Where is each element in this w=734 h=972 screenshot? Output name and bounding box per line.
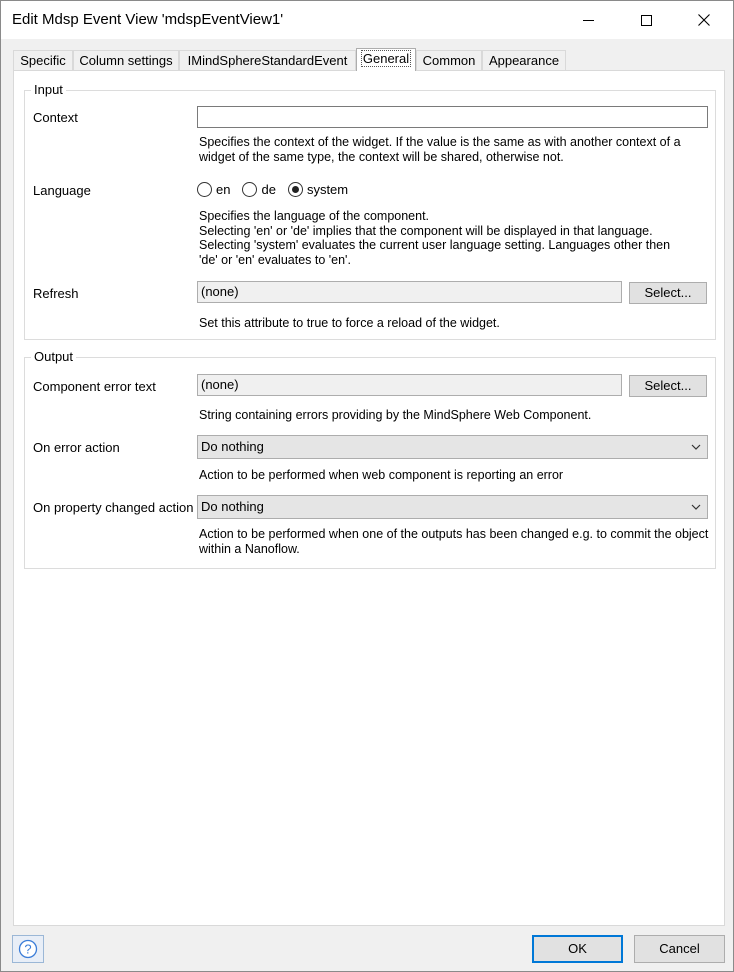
tab-column-settings[interactable]: Column settings	[73, 50, 179, 71]
component-error-text-select-button[interactable]: Select...	[629, 375, 707, 397]
radio-label-en: en	[216, 181, 231, 197]
language-description: Specifies the language of the component.…	[199, 209, 709, 267]
chevron-down-icon	[691, 444, 701, 450]
language-radio-de[interactable]	[242, 181, 258, 197]
tab-label: Appearance	[488, 53, 560, 68]
language-radio-group: en de system	[197, 181, 360, 197]
tab-appearance[interactable]: Appearance	[482, 50, 566, 71]
maximize-button[interactable]	[623, 1, 669, 39]
context-input[interactable]	[197, 106, 708, 128]
on-property-changed-action-value: Do nothing	[201, 499, 264, 514]
context-description: Specifies the context of the widget. If …	[199, 135, 681, 164]
tab-label: Common	[422, 53, 476, 68]
language-description-line: Specifies the language of the component.	[199, 209, 430, 223]
component-error-text-description: String containing errors providing by th…	[199, 408, 592, 422]
help-button[interactable]: ?	[12, 935, 44, 963]
tab-common[interactable]: Common	[416, 50, 482, 71]
on-property-changed-action-dropdown[interactable]: Do nothing	[197, 495, 708, 519]
maximize-icon	[640, 14, 652, 26]
output-group-title: Output	[31, 349, 77, 364]
tab-panel-general: Input Context Specifies the context of t…	[13, 70, 725, 926]
on-property-changed-action-label: On property changed action	[33, 500, 194, 515]
language-description-line: 'de' or 'en' evaluates to 'en'.	[199, 252, 351, 267]
on-error-action-description: Action to be performed when web componen…	[199, 468, 564, 482]
radio-label-system: system	[306, 181, 349, 197]
language-description-line: Selecting 'system' evaluates the current…	[199, 238, 671, 252]
on-property-changed-action-description: Action to be performed when one of the o…	[199, 527, 709, 556]
tab-imindsphere-standard-event[interactable]: IMindSphereStandardEvent	[179, 50, 356, 71]
help-icon: ?	[18, 939, 38, 959]
output-group: Output Component error text (none) Selec…	[24, 349, 716, 569]
dialog-window: Edit Mdsp Event View 'mdspEventView1' Sp…	[0, 0, 734, 972]
on-error-action-dropdown[interactable]: Do nothing	[197, 435, 708, 459]
ok-button[interactable]: OK	[532, 935, 623, 963]
minimize-icon	[582, 19, 594, 21]
chevron-down-icon	[691, 504, 701, 510]
language-description-line: Selecting 'en' or 'de' implies that the …	[199, 223, 653, 238]
tab-general[interactable]: General	[356, 48, 416, 71]
close-icon	[698, 14, 710, 26]
refresh-description: Set this attribute to true to force a re…	[199, 316, 500, 330]
component-error-text-field: (none)	[197, 374, 622, 396]
svg-text:?: ?	[24, 942, 31, 957]
language-radio-system[interactable]	[287, 181, 303, 197]
on-error-action-value: Do nothing	[201, 439, 264, 454]
context-label: Context	[33, 110, 78, 125]
tab-label: General	[360, 50, 412, 67]
refresh-label: Refresh	[33, 286, 79, 301]
tab-specific[interactable]: Specific	[13, 50, 73, 71]
component-error-text-label: Component error text	[33, 379, 156, 394]
minimize-button[interactable]	[565, 1, 611, 39]
language-radio-en[interactable]	[197, 181, 212, 197]
tab-label: IMindSphereStandardEvent	[187, 53, 348, 68]
tab-label: Column settings	[79, 53, 173, 68]
language-label: Language	[33, 183, 91, 198]
title-bar: Edit Mdsp Event View 'mdspEventView1'	[1, 1, 733, 39]
refresh-field: (none)	[197, 281, 622, 303]
window-title: Edit Mdsp Event View 'mdspEventView1'	[12, 11, 284, 28]
radio-label-de: de	[261, 181, 276, 197]
input-group-title: Input	[31, 82, 66, 97]
input-group: Input Context Specifies the context of t…	[24, 82, 716, 340]
tab-label: Specific	[20, 53, 66, 68]
refresh-select-button[interactable]: Select...	[629, 282, 707, 304]
on-error-action-label: On error action	[33, 440, 120, 455]
close-button[interactable]	[681, 1, 727, 39]
cancel-button[interactable]: Cancel	[634, 935, 725, 963]
